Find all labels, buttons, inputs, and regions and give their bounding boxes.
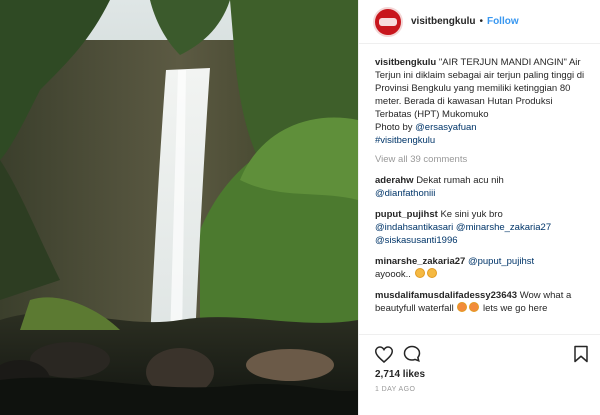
caption-username[interactable]: visitbengkulu [375,57,436,68]
comment-text: Dekat rumah acu nih [416,175,504,186]
comment-item: aderahw Dekat rumah acu nih @dianfathoni… [375,174,591,200]
comments-list[interactable]: visitbengkulu "AIR TERJUN MANDI ANGIN" A… [359,44,600,334]
comment-username[interactable]: minarshe_zakaria27 [375,256,465,267]
comment-item: minarshe_zakaria27 @puput_pujihst ayoook… [375,255,591,281]
action-icons-row [375,341,589,367]
comment-icon[interactable] [403,345,421,363]
photo-by-label: Photo by [375,122,413,133]
comment-mention-link[interactable]: @dianfathoniii [375,188,435,199]
post-timestamp: 1 DAY AGO [375,386,416,393]
likes-count[interactable]: 2,714 likes [375,369,589,380]
instagram-post: visitbengkulu • Follow visitbengkulu "AI… [0,0,600,415]
comment-username[interactable]: aderahw [375,175,414,186]
comment-text: ayoook.. [375,269,411,280]
heart-icon[interactable] [375,345,393,363]
separator-dot: • [479,16,483,27]
post-header: visitbengkulu • Follow [359,0,600,44]
follow-button[interactable]: Follow [487,16,519,27]
post-side-panel: visitbengkulu • Follow visitbengkulu "AI… [358,0,600,415]
comment-username[interactable]: puput_pujihst [375,209,438,220]
post-actions: 2,714 likes 1 DAY AGO [359,334,600,415]
comment-item: musdalifamusdalifadessy23643 Wow what a … [375,289,591,315]
comment-item: puput_pujihst Ke sini yuk bro @indahsant… [375,208,591,247]
comment-text-continued: lets we go here [482,303,548,314]
bookmark-icon[interactable] [573,345,589,363]
caption: visitbengkulu "AIR TERJUN MANDI ANGIN" A… [375,56,591,147]
comment-text: Ke sini yuk bro [440,209,503,220]
avatar[interactable] [373,6,403,37]
photo-credit-link[interactable]: @ersasyafuan [415,122,476,133]
header-username[interactable]: visitbengkulu [411,16,475,27]
grin-emoji-icon [426,268,437,278]
comment-mention-link[interactable]: @puput_pujihst [468,256,534,267]
view-all-comments-link[interactable]: View all 39 comments [375,153,591,166]
heart-eyes-emoji-icon [469,302,480,312]
grin-emoji-icon [414,268,425,278]
heart-eyes-emoji-icon [457,302,468,312]
comment-username[interactable]: musdalifamusdalifadessy23643 [375,290,517,301]
comment-mention-link[interactable]: @indahsantikasari @minarshe_zakaria27 @s… [375,222,551,246]
avatar-logo-icon [379,17,397,26]
hashtag-link[interactable]: #visitbengkulu [375,135,435,146]
post-photo-waterfall [0,0,358,415]
waterfall-image [0,0,358,415]
